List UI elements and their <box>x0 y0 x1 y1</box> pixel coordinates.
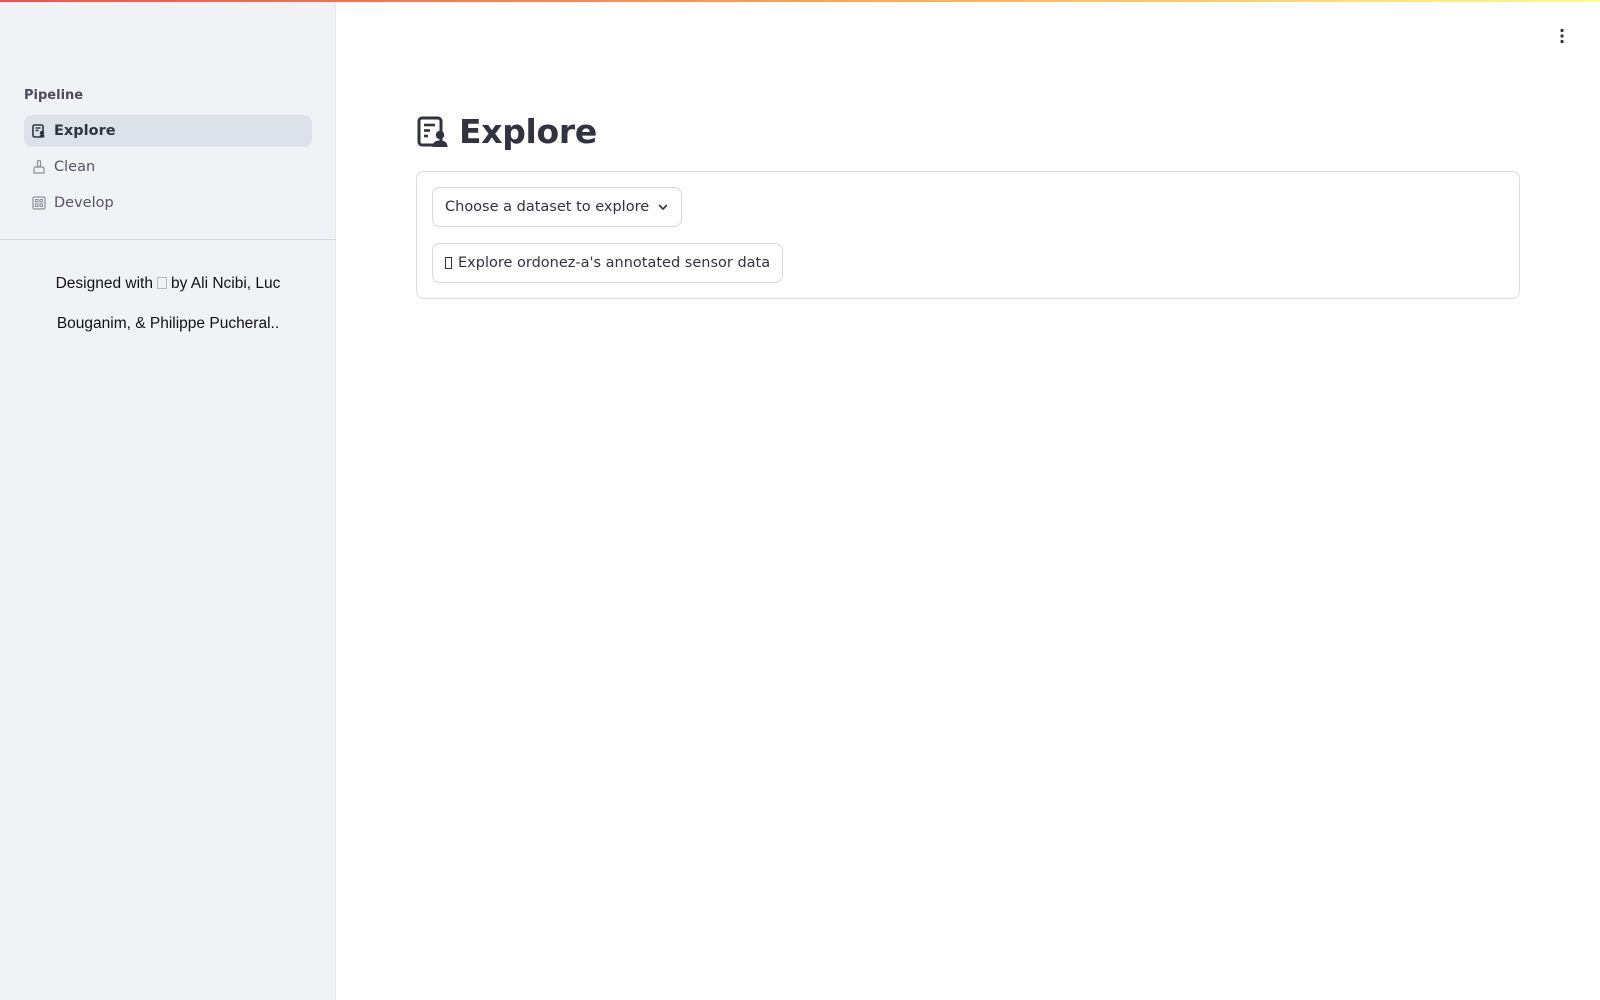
top-decoration-bar <box>0 0 1600 2</box>
dataset-select[interactable]: Choose a dataset to explore <box>432 187 683 227</box>
sidebar-item-explore[interactable]: Explore <box>24 115 312 147</box>
page-title: Explore <box>459 112 597 151</box>
chevron-down-icon <box>657 201 669 213</box>
dataset-select-placeholder: Choose a dataset to explore <box>445 199 650 215</box>
sidebar-item-clean[interactable]: Clean <box>24 151 312 183</box>
credits-text: Designed with by Ali Ncibi, Luc Bouganim,… <box>40 264 296 344</box>
missing-glyph-icon <box>445 257 452 269</box>
heart-icon <box>156 277 167 289</box>
sidebar-item-label: Develop <box>54 195 114 211</box>
main-menu-button[interactable] <box>1550 24 1574 48</box>
nav-section-label: Pipeline <box>24 88 84 103</box>
page-header: Explore <box>416 112 597 151</box>
develop-dashboard-icon <box>32 196 46 210</box>
sidebar-divider <box>0 239 336 240</box>
sidebar-item-label: Explore <box>54 123 116 139</box>
sidebar-nav: Explore Clean Develop <box>24 115 312 223</box>
explore-dataset-button[interactable]: Explore ordonez-a's annotated sensor dat… <box>432 243 784 283</box>
explore-report-icon <box>417 116 448 147</box>
sidebar-item-label: Clean <box>54 159 96 175</box>
explore-dataset-button-label: Explore ordonez-a's annotated sensor dat… <box>458 255 771 271</box>
credits-prefix: Designed with <box>55 275 153 292</box>
sidebar-item-develop[interactable]: Develop <box>24 187 312 219</box>
vertical-ellipsis-icon <box>1560 28 1564 44</box>
explore-report-icon <box>32 124 46 138</box>
explore-card: Choose a dataset to explore Explore ordo… <box>416 171 1520 299</box>
sidebar: Pipeline Explore Clean Develop Designed … <box>0 0 336 1000</box>
cleaning-brush-icon <box>32 160 46 174</box>
